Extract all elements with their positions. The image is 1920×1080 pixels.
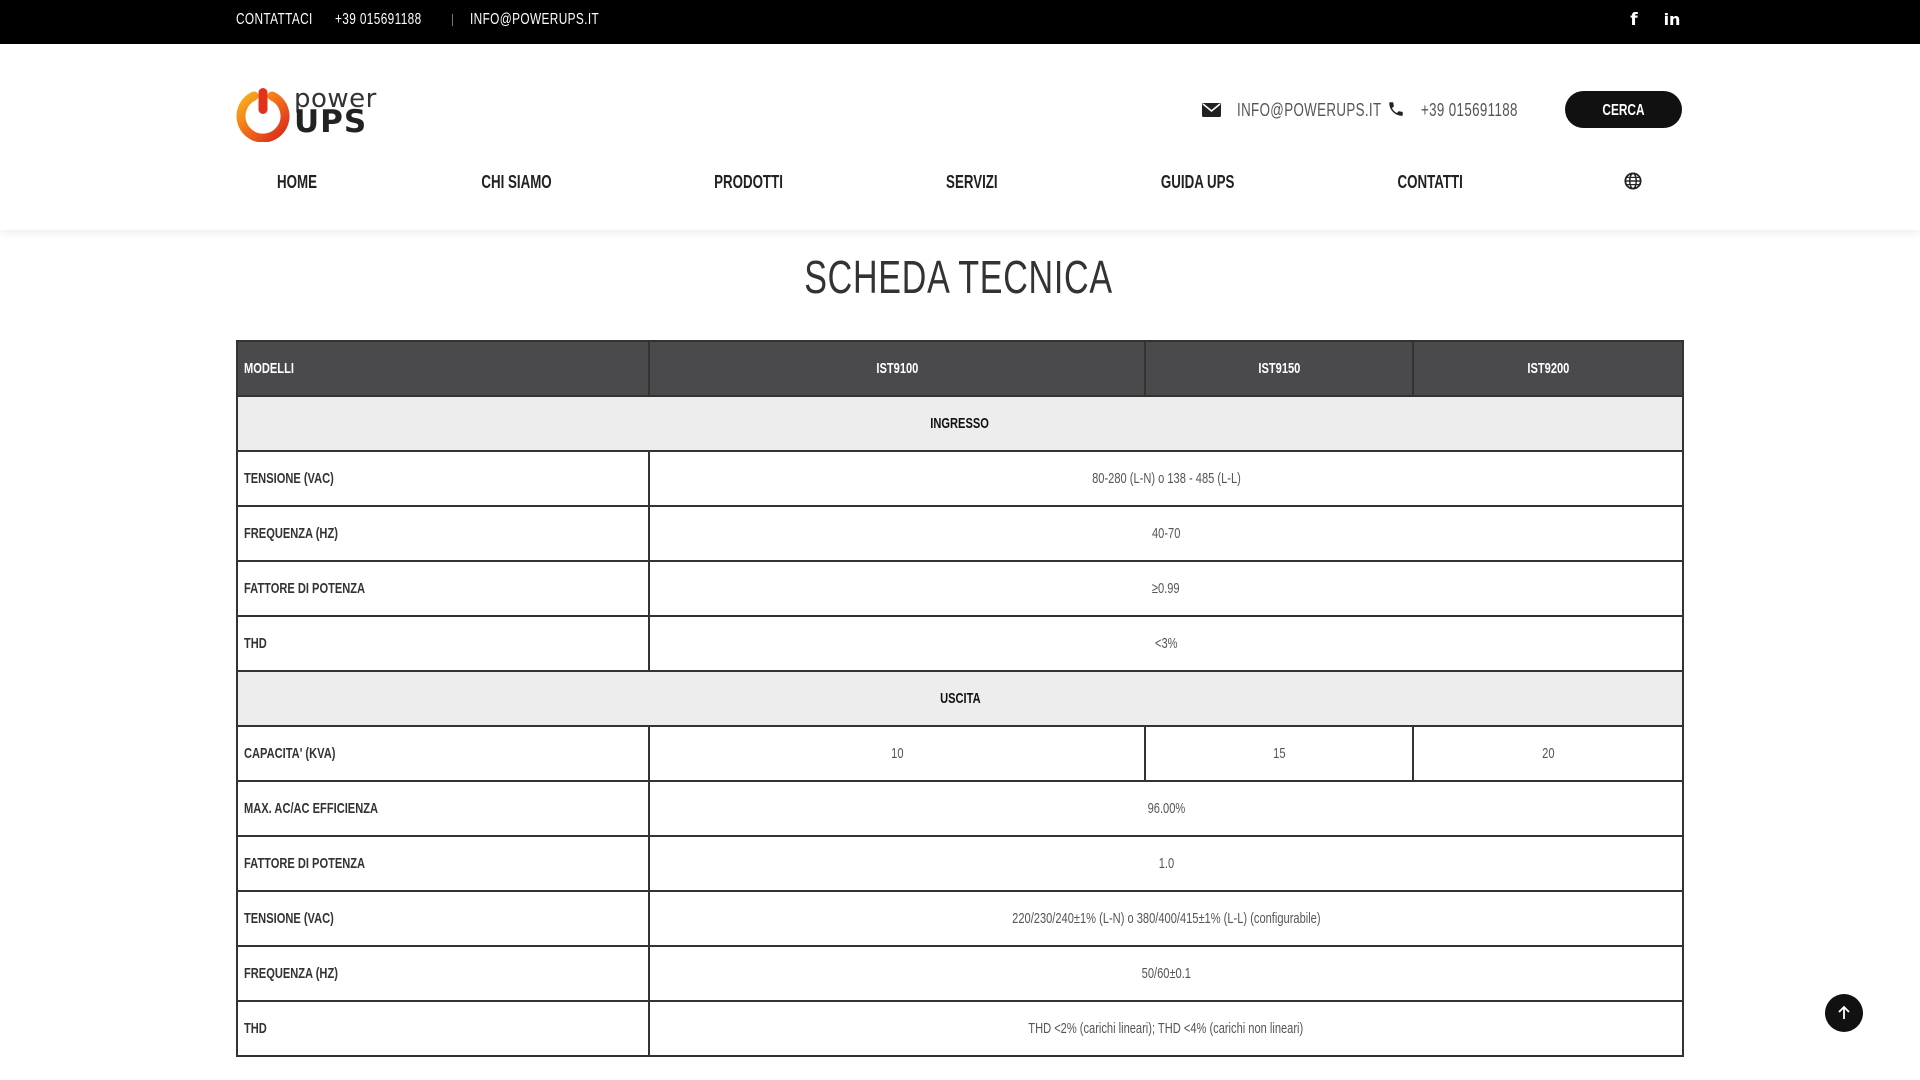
page-title: SCHEDA TECNICA [804,251,1114,303]
row-value: THD <2% (carichi lineari); THD <4% (cari… [648,1000,1684,1057]
header-phone-text: +39 015691188 [1420,100,1518,120]
section-row-output: USCITA [236,670,1684,727]
table-header-cell: IST9100 [648,340,1146,397]
header-email-text: INFO@POWERUPS.IT [1236,100,1382,120]
row-value: 1.0 [648,835,1684,892]
site-logo[interactable]: power UPS [236,84,386,144]
power-logo-icon [236,88,290,142]
facebook-icon[interactable]: f [1624,0,1644,44]
table-header-cell: MODELLI [236,340,650,397]
row-value: 50/60±0.1 [648,945,1684,1002]
table-row: THD <3% [236,615,1684,672]
row-label: FREQUENZA (HZ) [236,945,650,1002]
logo-text-ups: UPS [294,104,368,140]
nav-item-home[interactable]: HOME [250,170,343,194]
table-header-cell: IST9150 [1144,340,1414,397]
nav-item-contatti[interactable]: CONTATTI [1380,170,1480,194]
row-value: 10 [648,725,1146,782]
topbar-email-link[interactable]: INFO@POWERUPS.IT [470,0,644,44]
section-heading: INGRESSO [236,395,1684,452]
row-value: 40-70 [648,505,1684,562]
linkedin-icon[interactable]: in [1660,0,1684,44]
nav-item-chi-siamo[interactable]: CHI SIAMO [466,170,568,194]
table-header-cell: IST9200 [1412,340,1684,397]
row-value: ≥0.99 [648,560,1684,617]
table-row: FREQUENZA (HZ) 50/60±0.1 [236,945,1684,1002]
envelope-icon [1202,103,1221,117]
row-label: MAX. AC/AC EFFICIENZA [236,780,650,837]
row-label: THD [236,1000,650,1057]
row-value: 220/230/240±1% (L-N) o 380/400/415±1% (L… [648,890,1684,947]
row-value: 96.00% [648,780,1684,837]
row-label: TENSIONE (VAC) [236,450,650,507]
row-value: 20 [1412,725,1684,782]
table-row: MAX. AC/AC EFFICIENZA 96.00% [236,780,1684,837]
spec-table: MODELLI IST9100 IST9150 IST9200 INGRESSO… [236,340,1684,1057]
table-row: TENSIONE (VAC) 220/230/240±1% (L-N) o 38… [236,890,1684,947]
nav-item-prodotti[interactable]: PRODOTTI [698,170,798,194]
row-label: CAPACITA' (KVA) [236,725,650,782]
back-to-top-button[interactable] [1825,994,1863,1032]
row-label: FREQUENZA (HZ) [236,505,650,562]
section-row-input: INGRESSO [236,395,1684,452]
topbar-divider [452,14,453,26]
table-row: TENSIONE (VAC) 80-280 (L-N) o 138 - 485 … [236,450,1684,507]
search-button[interactable]: CERCA [1565,91,1682,128]
contact-label: CONTATTACI [236,11,313,28]
nav-item-servizi[interactable]: SERVIZI [922,170,1022,194]
table-header-row: MODELLI IST9100 IST9150 IST9200 [236,340,1684,397]
table-row: CAPACITA' (KVA) 10 15 20 [236,725,1684,782]
section-heading: USCITA [236,670,1684,727]
table-row: THD THD <2% (carichi lineari); THD <4% (… [236,1000,1684,1057]
row-label: FATTORE DI POTENZA [236,560,650,617]
row-label: FATTORE DI POTENZA [236,835,650,892]
table-row: FATTORE DI POTENZA 1.0 [236,835,1684,892]
header-phone-link[interactable]: +39 015691188 [1387,98,1551,122]
arrow-up-icon [1838,1005,1850,1019]
topbar-phone-link[interactable]: +39 015691188 [335,0,452,44]
row-value: 15 [1144,725,1414,782]
row-value: 80-280 (L-N) o 138 - 485 (L-L) [648,450,1684,507]
row-label: TENSIONE (VAC) [236,890,650,947]
nav-item-guida-ups[interactable]: GUIDA UPS [1148,170,1248,194]
phone-icon [1389,102,1403,116]
top-bar: CONTATTACI +39 015691188 INFO@POWERUPS.I… [0,0,1920,44]
row-label: THD [236,615,650,672]
row-value: <3% [648,615,1684,672]
site-header: power UPS INFO@POWERUPS.IT +39 015691188… [0,44,1920,230]
table-row: FREQUENZA (HZ) 40-70 [236,505,1684,562]
globe-icon[interactable] [1622,170,1644,194]
table-row: FATTORE DI POTENZA ≥0.99 [236,560,1684,617]
